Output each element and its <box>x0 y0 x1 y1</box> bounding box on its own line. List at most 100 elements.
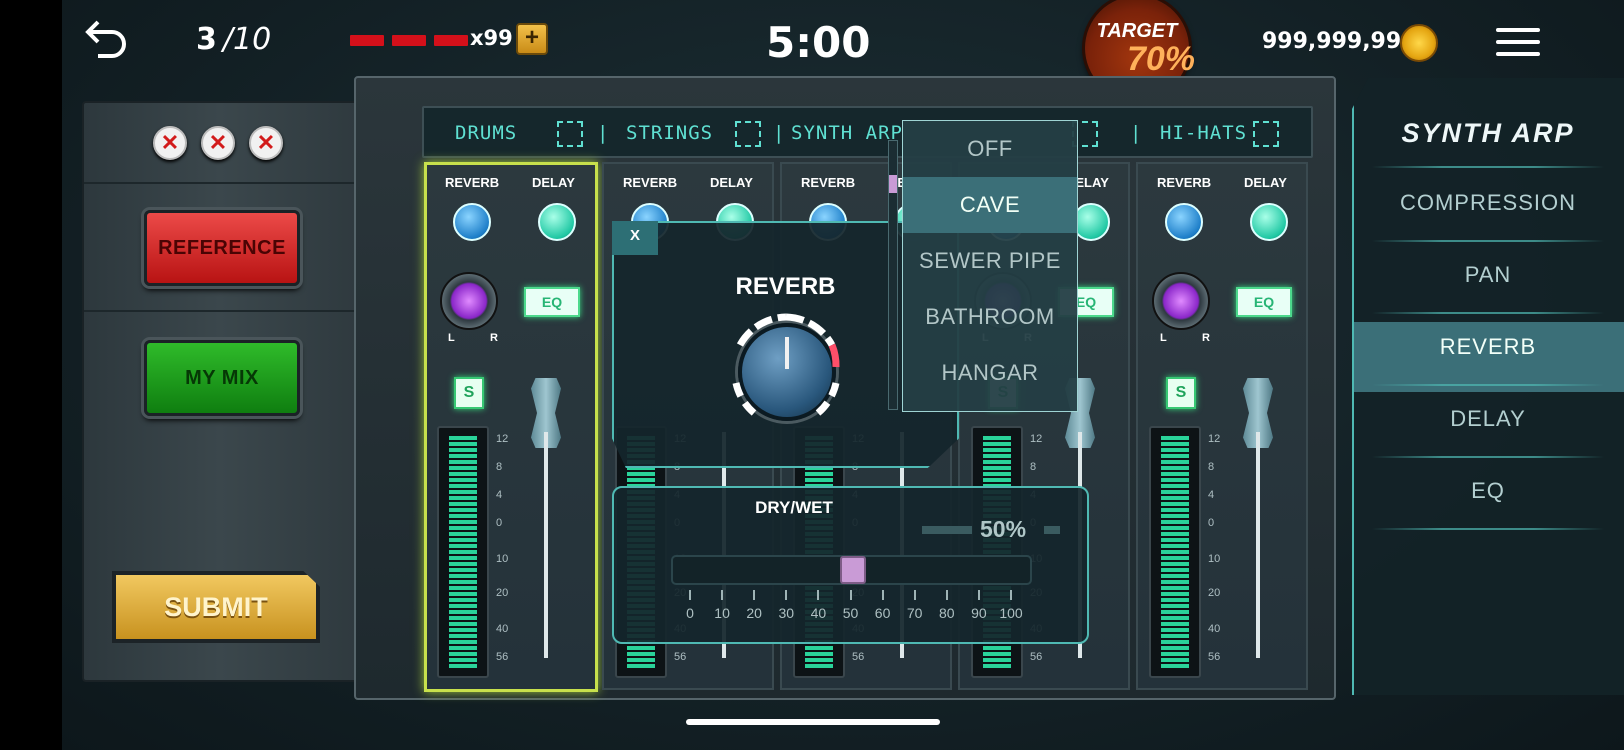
my-mix-button[interactable]: MY MIX <box>144 340 300 416</box>
effect-item[interactable]: REVERB <box>1352 334 1624 360</box>
reverb-label: REVERB <box>801 175 856 190</box>
delay-send-knob[interactable] <box>538 203 576 241</box>
meter-scale-label: 56 <box>852 651 865 663</box>
slider-tick-mark <box>721 590 724 600</box>
meter-scale-label: 40 <box>496 623 509 635</box>
add-lives-button[interactable]: + <box>516 23 548 55</box>
expand-icon[interactable] <box>1253 121 1279 147</box>
meter-scale-label: 4 <box>496 489 503 501</box>
slider-tick-mark <box>1010 590 1012 600</box>
eq-button[interactable]: EQ <box>1236 287 1292 317</box>
slider-tick-mark <box>753 590 756 600</box>
track-tab-hi-hats[interactable]: HI-HATS <box>1160 122 1247 144</box>
meter-scale-label: 12 <box>1030 433 1043 445</box>
reverb-send-knob[interactable] <box>1165 203 1203 241</box>
reverb-label: REVERB <box>623 175 678 190</box>
panel-divider <box>84 182 354 184</box>
track-tab-strings[interactable]: STRINGS <box>626 122 713 144</box>
meter-scale-label: 8 <box>1030 461 1037 473</box>
expand-icon[interactable] <box>735 121 761 147</box>
slider-tick-mark <box>785 590 788 600</box>
level-progress: 3/10 <box>196 22 271 57</box>
level-meter <box>1149 426 1201 678</box>
submit-button[interactable]: SUBMIT <box>112 571 320 643</box>
panel-separator <box>1372 240 1604 242</box>
target-value: 70% <box>1126 40 1195 78</box>
pan-left-label: L <box>1160 332 1167 344</box>
track-tab-drums[interactable]: DRUMS <box>455 122 517 144</box>
menu-icon[interactable] <box>1496 28 1540 64</box>
solo-button[interactable]: S <box>454 377 484 409</box>
slider-tick-mark <box>977 590 980 600</box>
dropdown-option[interactable]: CAVE <box>903 177 1077 233</box>
reverb-label: REVERB <box>1157 175 1212 190</box>
back-icon[interactable] <box>84 16 128 60</box>
dropdown-option[interactable]: SEWER PIPE <box>903 233 1077 289</box>
meter-scale-label: 56 <box>1030 651 1043 663</box>
dropdown-option[interactable]: BATHROOM <box>903 289 1077 345</box>
slider-tick-label: 50 <box>842 605 859 621</box>
effect-item[interactable]: DELAY <box>1352 406 1624 432</box>
delay-label: DELAY <box>532 175 575 190</box>
strike-icon: ✕ <box>249 126 283 160</box>
close-popup-button[interactable]: X <box>612 221 658 255</box>
meter-scale-label: 0 <box>496 517 503 529</box>
effect-item[interactable]: PAN <box>1352 262 1624 288</box>
expand-icon[interactable] <box>557 121 583 147</box>
slider-tick-label: 60 <box>874 605 891 621</box>
slider-tick-label: 70 <box>906 605 923 621</box>
life-pip <box>392 35 426 46</box>
volume-fader-track[interactable] <box>544 432 548 658</box>
panel-separator <box>1372 528 1604 530</box>
slider-tick-mark <box>945 590 948 600</box>
meter-scale-label: 56 <box>674 651 687 663</box>
panel-separator <box>1372 384 1604 386</box>
effect-item[interactable]: EQ <box>1352 478 1624 504</box>
delay-send-knob[interactable] <box>1250 203 1288 241</box>
dropdown-option[interactable]: OFF <box>903 121 1077 177</box>
slider-tick-label: 100 <box>999 605 1023 621</box>
meter-scale-label: 12 <box>496 433 509 445</box>
track-divider: | <box>773 122 786 144</box>
meter-scale-label: 10 <box>1208 553 1221 565</box>
level-meter <box>437 426 489 678</box>
effect-item[interactable]: COMPRESSION <box>1352 190 1624 216</box>
track-divider: | <box>597 122 610 144</box>
dropdown-option[interactable]: HANGAR <box>903 345 1077 401</box>
meter-scale-label: 8 <box>1208 461 1215 473</box>
pan-knob[interactable] <box>440 272 498 330</box>
pan-knob[interactable] <box>1152 272 1210 330</box>
volume-fader-track[interactable] <box>1256 432 1260 658</box>
solo-button[interactable]: S <box>1166 377 1196 409</box>
slider-tick-mark <box>817 590 820 600</box>
timer: 5:00 <box>766 18 871 67</box>
meter-scale-label: 4 <box>1208 489 1215 501</box>
progress-current: 3 <box>196 22 217 57</box>
dry-wet-slider-thumb[interactable] <box>839 556 866 584</box>
eq-button[interactable]: EQ <box>524 287 580 317</box>
slider-tick-label: 40 <box>810 605 827 621</box>
track-divider: | <box>1130 122 1143 144</box>
panel-divider <box>84 310 354 312</box>
progress-total: /10 <box>222 22 272 57</box>
meter-scale-label: 40 <box>1208 623 1221 635</box>
effects-panel-title: SYNTH ARP <box>1401 118 1575 148</box>
dry-wet-slider[interactable] <box>671 555 1032 585</box>
dry-wet-value-bar-left <box>922 526 972 534</box>
coin-icon <box>1400 24 1438 62</box>
reference-button[interactable]: REFERENCE <box>144 210 300 286</box>
track-tab-synth-arp[interactable]: SYNTH ARP <box>791 122 903 144</box>
panel-separator <box>1372 312 1604 314</box>
pan-right-label: R <box>490 332 498 344</box>
slider-tick-mark <box>689 590 691 600</box>
reverb-send-knob[interactable] <box>453 203 491 241</box>
slider-tick-label: 20 <box>746 605 762 621</box>
meter-scale-label: 56 <box>496 651 509 663</box>
dropdown-scrollbar[interactable] <box>888 140 898 410</box>
dropdown-scroll-thumb[interactable] <box>889 175 897 193</box>
slider-tick-label: 0 <box>686 605 694 621</box>
slider-tick-label: 10 <box>714 605 730 621</box>
dry-wet-value: 50% <box>980 516 1027 542</box>
reverb-type-dropdown[interactable]: OFF CAVE SEWER PIPE BATHROOM HANGAR <box>902 120 1078 412</box>
pan-right-label: R <box>1202 332 1210 344</box>
